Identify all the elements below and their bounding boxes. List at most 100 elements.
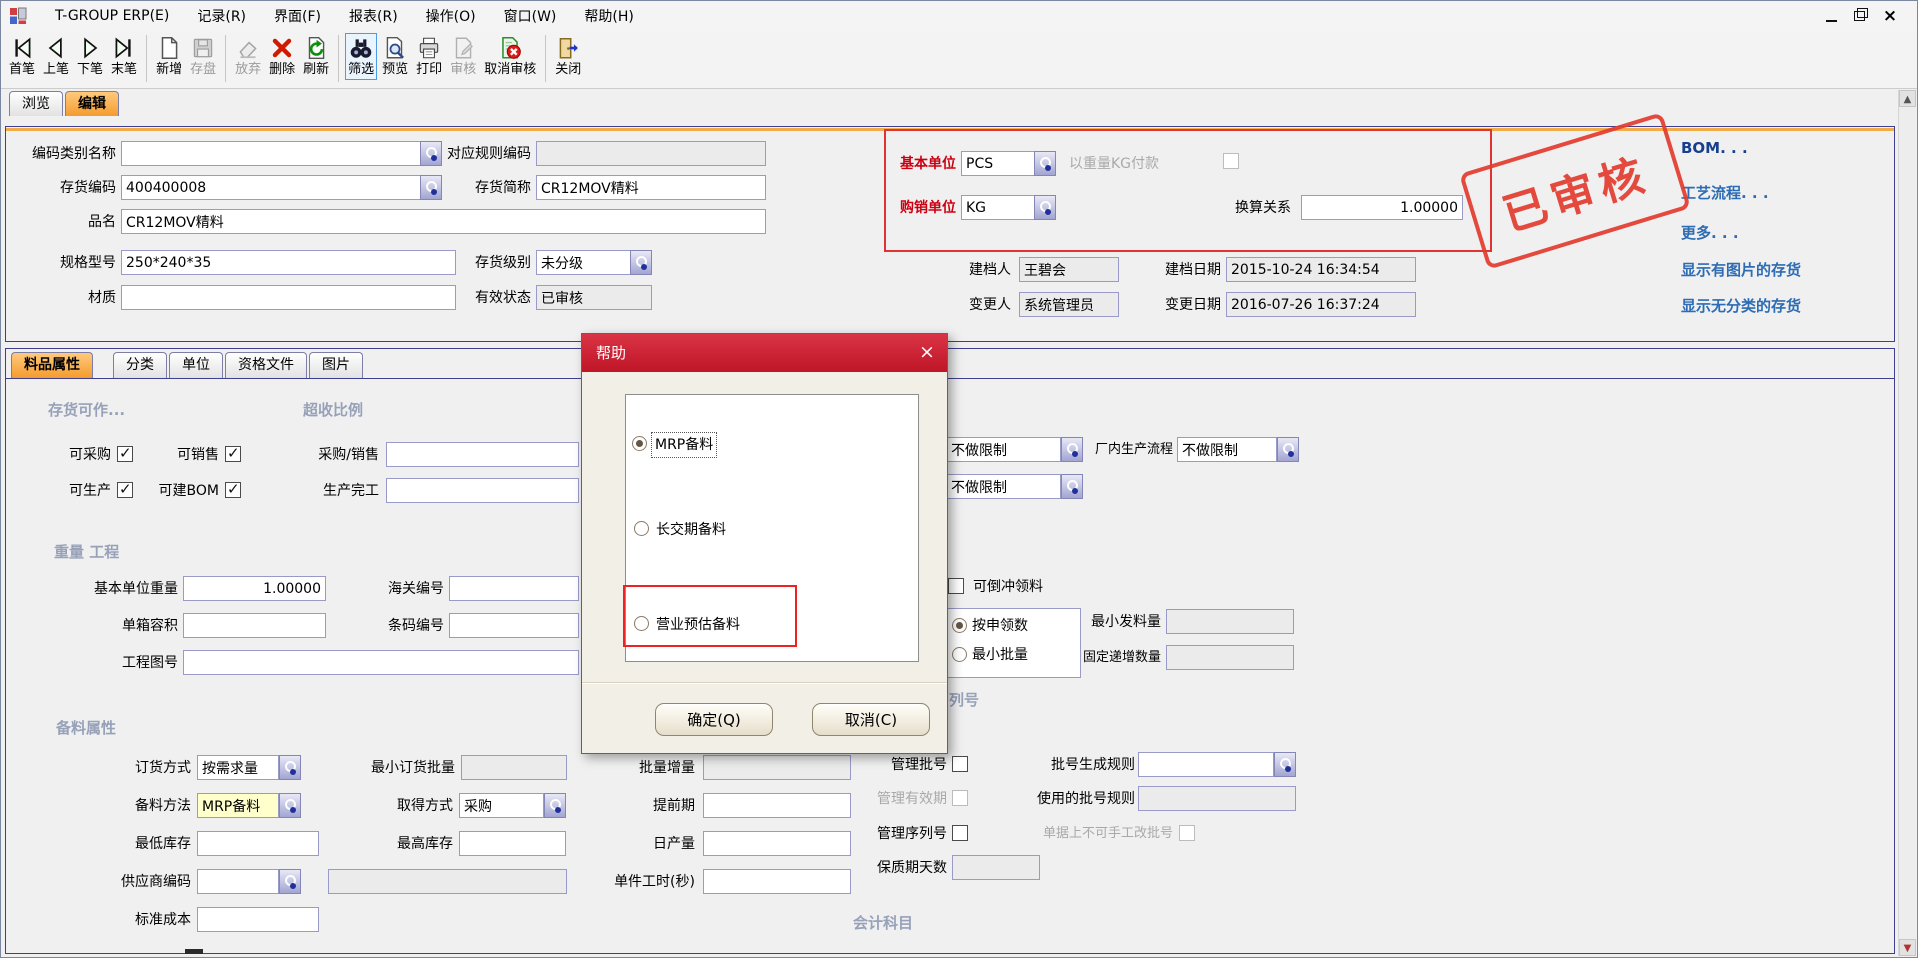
factory-flow-lookup-icon[interactable]	[1277, 437, 1299, 462]
menu-operate[interactable]: 操作(O)	[426, 6, 476, 26]
max-stock-input[interactable]	[459, 831, 566, 856]
daily-output-input[interactable]	[703, 831, 851, 856]
trade-unit-lookup-icon[interactable]	[1034, 195, 1056, 220]
tab-browse[interactable]: 浏览	[9, 91, 63, 116]
over-finish-input[interactable]	[386, 478, 579, 503]
restore-button[interactable]	[1849, 7, 1871, 26]
subtab-category[interactable]: 分类	[113, 352, 167, 378]
min-stock-input[interactable]	[197, 831, 319, 856]
lead-time-input[interactable]	[703, 793, 851, 818]
rule-code-input	[536, 141, 766, 166]
link-show-unclassified[interactable]: 显示无分类的存货	[1681, 295, 1801, 316]
section-preparation: 备料属性	[56, 717, 116, 738]
menu-help[interactable]: 帮助(H)	[584, 6, 633, 26]
menu-report[interactable]: 报表(R)	[349, 6, 398, 26]
supplier-input[interactable]	[197, 869, 279, 894]
manage-batch-checkbox[interactable]	[952, 756, 968, 772]
inv-level-input[interactable]	[536, 250, 631, 275]
subtab-picture[interactable]: 图片	[309, 352, 363, 378]
base-weight-input[interactable]	[183, 576, 326, 601]
menu-app[interactable]: T-GROUP ERP(E)	[55, 8, 169, 24]
limit2-lookup-icon[interactable]	[1061, 474, 1083, 499]
menu-record[interactable]: 记录(R)	[197, 6, 246, 26]
dialog-ok-button[interactable]: 确定(Q)	[655, 703, 773, 736]
can-sale-checkbox[interactable]	[225, 446, 241, 462]
link-more[interactable]: 更多. . .	[1681, 222, 1739, 243]
acquire-input[interactable]	[459, 793, 544, 818]
std-cost-input[interactable]	[197, 907, 319, 932]
supplier-name-input	[328, 869, 567, 894]
forecast-option-label[interactable]: 营业预估备料	[656, 614, 786, 636]
prev-record-button[interactable]: 上笔	[40, 33, 72, 80]
volume-input[interactable]	[183, 613, 326, 638]
print-button[interactable]: 打印	[413, 33, 445, 80]
subtab-item-props[interactable]: 料品属性	[11, 352, 93, 378]
scroll-down-icon[interactable]: ▼	[1899, 939, 1916, 956]
dialog-close-icon[interactable]: ×	[907, 334, 947, 372]
can-bom-checkbox[interactable]	[225, 482, 241, 498]
acquire-lookup-icon[interactable]	[544, 793, 566, 818]
mrp-option-label[interactable]: MRP备料	[652, 433, 716, 457]
cancel-audit-button[interactable]: 取消审核	[481, 33, 539, 80]
by-apply-radio[interactable]	[952, 618, 967, 633]
last-record-button[interactable]: 末笔	[108, 33, 140, 80]
can-purchase-checkbox[interactable]	[117, 446, 133, 462]
inv-code-input[interactable]	[121, 175, 421, 200]
subtab-qualification[interactable]: 资格文件	[225, 352, 307, 378]
code-category-input[interactable]	[121, 141, 421, 166]
spec-input[interactable]	[121, 250, 456, 275]
material-input[interactable]	[121, 285, 456, 310]
menu-window[interactable]: 窗口(W)	[504, 6, 557, 26]
conversion-input[interactable]	[1301, 195, 1463, 220]
preview-button[interactable]: 预览	[379, 33, 411, 80]
vertical-scrollbar[interactable]: ▲ ▼	[1898, 90, 1916, 956]
long-lead-option-label[interactable]: 长交期备料	[656, 519, 776, 541]
base-unit-lookup-icon[interactable]	[1034, 151, 1056, 176]
link-show-with-image[interactable]: 显示有图片的存货	[1681, 259, 1801, 280]
factory-flow-input[interactable]	[1177, 437, 1277, 462]
barcode-input[interactable]	[449, 613, 579, 638]
backflush-checkbox[interactable]	[948, 578, 964, 594]
prep-method-lookup-icon[interactable]	[279, 793, 301, 818]
dialog-separator	[582, 682, 947, 684]
first-record-button[interactable]: 首笔	[6, 33, 38, 80]
over-ps-input[interactable]	[386, 442, 579, 467]
inv-abbr-input[interactable]	[536, 175, 766, 200]
product-name-input[interactable]	[121, 209, 766, 234]
subtab-unit[interactable]: 单位	[169, 352, 223, 378]
min-batch-radio[interactable]	[952, 647, 967, 662]
close-form-button[interactable]: 关闭	[552, 33, 584, 80]
can-produce-checkbox[interactable]	[117, 482, 133, 498]
inv-level-lookup-icon[interactable]	[630, 250, 652, 275]
order-mode-input[interactable]	[197, 755, 279, 780]
long-lead-option-radio[interactable]	[634, 521, 649, 536]
limit1-input[interactable]	[946, 437, 1061, 462]
filter-button[interactable]: 筛选	[345, 33, 377, 80]
mrp-option-radio[interactable]	[632, 436, 647, 451]
customs-input[interactable]	[449, 576, 579, 601]
refresh-button[interactable]: 刷新	[300, 33, 332, 80]
scroll-up-icon[interactable]: ▲	[1899, 90, 1916, 107]
order-mode-lookup-icon[interactable]	[279, 755, 301, 780]
dialog-cancel-button[interactable]: 取消(C)	[812, 703, 930, 736]
new-button[interactable]: 新增	[153, 33, 185, 80]
menu-interface[interactable]: 界面(F)	[274, 6, 321, 26]
link-process-flow[interactable]: 工艺流程. . .	[1681, 182, 1769, 203]
limit2-input[interactable]	[946, 474, 1061, 499]
next-record-button[interactable]: 下笔	[74, 33, 106, 80]
tab-edit[interactable]: 编辑	[65, 91, 119, 116]
limit1-lookup-icon[interactable]	[1061, 437, 1083, 462]
batch-rule-lookup-icon[interactable]	[1274, 752, 1296, 777]
manage-serial-checkbox[interactable]	[952, 825, 968, 841]
unit-time-input[interactable]	[703, 869, 851, 894]
drawing-input[interactable]	[183, 650, 579, 675]
inv-code-lookup-icon[interactable]	[420, 175, 442, 200]
prep-method-input[interactable]	[197, 793, 279, 818]
delete-button[interactable]: 删除	[266, 33, 298, 80]
close-window-button[interactable]: ×	[1879, 7, 1901, 26]
forecast-option-radio[interactable]	[634, 616, 649, 631]
batch-rule-input[interactable]	[1138, 752, 1274, 777]
supplier-lookup-icon[interactable]	[279, 869, 301, 894]
link-bom[interactable]: BOM. . .	[1681, 139, 1748, 157]
minimize-button[interactable]	[1821, 7, 1843, 26]
